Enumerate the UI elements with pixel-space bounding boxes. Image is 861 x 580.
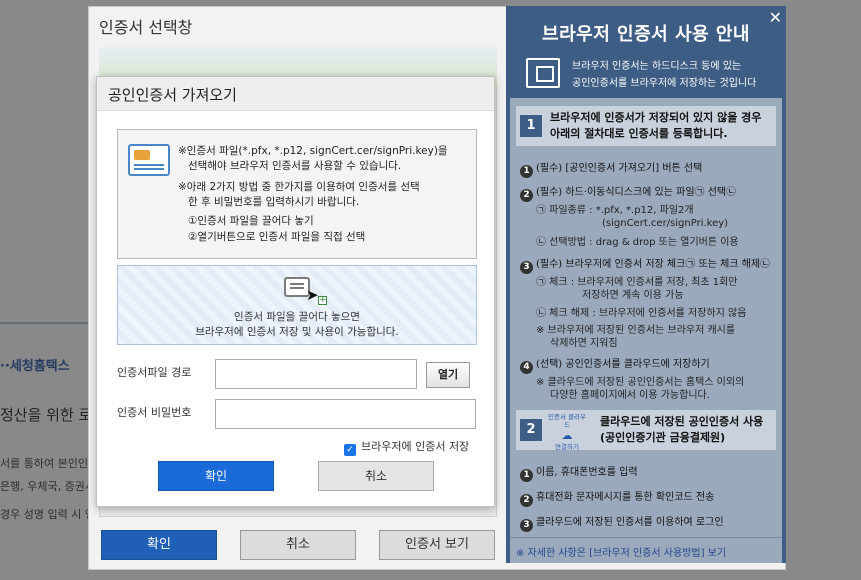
- view-cert-button[interactable]: 인증서 보기: [379, 530, 495, 560]
- plus-icon: +: [318, 295, 327, 305]
- step-detail: 삭제하면 지워짐: [550, 338, 618, 349]
- step-detail: 저장하면 계속 이용 가능: [582, 290, 684, 301]
- instruction-text: ※아래 2가지 방법 중 한가지를 이용하여 인증서를 선택: [178, 181, 420, 193]
- dialog-title: 공인인증서 가져오기: [108, 86, 237, 104]
- confirm-button[interactable]: 확인: [158, 461, 274, 491]
- step-number: 1: [520, 165, 533, 178]
- cert-path-label: 인증서파일 경로: [117, 366, 192, 379]
- file-drop-zone[interactable]: ➤ + 인증서 파일을 끌어다 놓으면 브라우저에 인증서 저장 및 사용이 가…: [117, 265, 477, 345]
- cursor-icon: ➤: [306, 286, 319, 304]
- intro-line: 브라우저 인증서는 하드디스크 등에 있는: [572, 61, 742, 72]
- step-detail: ※ 브라우저에 저장된 인증서는 브라우저 캐시를: [536, 325, 736, 336]
- intro-line: 공인인증서를 브라우저에 저장하는 것입니다: [572, 78, 757, 89]
- step-item: 3 클라우드에 저장된 인증서를 이용하여 로그인: [520, 516, 724, 532]
- browser-cert-guide-panel: ✕ 브라우저 인증서 사용 안내 브라우저 인증서는 하드디스크 등에 있는 공…: [506, 6, 786, 563]
- window-cancel-button[interactable]: 취소: [240, 530, 356, 560]
- save-to-browser-row[interactable]: ✓ 브라우저에 인증서 저장: [344, 438, 469, 456]
- step-number: 2: [520, 189, 533, 202]
- step-item: 3 (필수) 브라우저에 인증서 저장 체크㉠ 또는 체크 해제㉡: [520, 258, 770, 274]
- divider: [510, 537, 782, 538]
- section-line: (공인인증기관 금융결제원): [600, 431, 726, 444]
- computer-icon: [526, 58, 560, 88]
- window-confirm-button[interactable]: 확인: [101, 530, 217, 560]
- save-to-browser-checkbox[interactable]: ✓: [344, 444, 356, 456]
- import-cert-dialog: 공인인증서 가져오기 ※인증서 파일(*.pfx, *.p12, signCer…: [96, 76, 495, 507]
- step-detail: 다양한 홈페이지에서 이용 가능합니다.: [550, 390, 710, 401]
- section-line: 클라우드에 저장된 공인인증서 사용: [600, 415, 764, 428]
- step-number: 2: [520, 494, 533, 507]
- drop-zone-text: 인증서 파일을 끌어다 놓으면: [234, 311, 360, 323]
- section-line: 브라우저에 인증서가 저장되어 있지 않을 경우: [550, 111, 762, 124]
- section-line: 아래의 절차대로 인증서를 등록합니다.: [550, 127, 728, 140]
- instruction-text: ※인증서 파일(*.pfx, *.p12, signCert.cer/signP…: [178, 145, 448, 157]
- step-detail: ㉠ 파일종류 : *.pfx, *.p12, 파일2개: [536, 205, 694, 216]
- cert-path-input[interactable]: [215, 359, 417, 389]
- step-detail: ㉠ 체크 : 브라우저에 인증서를 저장, 최초 1회만: [536, 277, 738, 288]
- window-button-bar: 확인 취소 인증서 보기: [99, 530, 497, 562]
- save-to-browser-label: 브라우저에 인증서 저장: [361, 440, 470, 453]
- cert-password-label: 인증서 비밀번호: [117, 406, 192, 419]
- step-item: 1 (필수) [공인인증서 가져오기] 버튼 선택: [520, 162, 702, 178]
- step-detail: ※ 클라우드에 저장된 공인인증서는 홈택스 이외의: [536, 377, 745, 388]
- guide-detail-link[interactable]: ※ 자세한 사항은 [브라우저 인증서 사용방법] 보기: [516, 544, 726, 559]
- step-item: 2 (필수) 하드·이동식디스크에 있는 파일㉠ 선택㉡: [520, 186, 736, 202]
- section-number: 2: [520, 419, 542, 441]
- instruction-box: ※인증서 파일(*.pfx, *.p12, signCert.cer/signP…: [117, 129, 477, 259]
- instruction-text: ②열기버튼으로 인증서 파일을 직접 선택: [188, 231, 366, 243]
- step-number: 3: [520, 519, 533, 532]
- window-title: 인증서 선택창: [99, 18, 193, 37]
- step-detail: (signCert.cer/signPri.key): [602, 218, 729, 229]
- cert-password-input[interactable]: [215, 399, 476, 429]
- guide-intro: 브라우저 인증서는 하드디스크 등에 있는 공인인증서를 브라우저에 저장하는 …: [526, 58, 776, 92]
- cloud-connect-button[interactable]: 인증서 클라우드 ☁ 연결하기: [546, 413, 588, 451]
- cloud-icon: ☁: [561, 429, 573, 442]
- step-detail: ㉡ 선택방법 : drag & drop 또는 열기버튼 이용: [536, 237, 739, 248]
- step-number: 4: [520, 361, 533, 374]
- step-detail: ㉡ 체크 해제 : 브라우저에 인증서를 저장하지 않음: [536, 308, 747, 319]
- step-item: 4 (선택) 공인인증서를 클라우드에 저장하기: [520, 358, 710, 374]
- step-item: 1 이름, 휴대폰번호를 입력: [520, 466, 638, 482]
- step-item: 2 휴대전화 문자메시지를 통한 확인코드 전송: [520, 491, 714, 507]
- drop-zone-text: 브라우저에 인증서 저장 및 사용이 가능합니다.: [195, 326, 399, 338]
- dialog-title-bar: 공인인증서 가져오기: [97, 77, 494, 111]
- cancel-button[interactable]: 취소: [318, 461, 434, 491]
- section-number: 1: [520, 115, 542, 137]
- section-1-header: 1 브라우저에 인증서가 저장되어 있지 않을 경우 아래의 절차대로 인증서를…: [516, 106, 776, 146]
- certificate-icon: [128, 144, 170, 176]
- section-2-header: 2 인증서 클라우드 ☁ 연결하기 클라우드에 저장된 공인인증서 사용 (공인…: [516, 410, 776, 451]
- guide-title: 브라우저 인증서 사용 안내: [542, 24, 750, 45]
- instruction-text: 한 후 비밀번호를 입력하시기 바랍니다.: [188, 196, 360, 208]
- instruction-text: ①인증서 파일을 끌어다 놓기: [188, 215, 314, 227]
- guide-steps-box: 1 브라우저에 인증서가 저장되어 있지 않을 경우 아래의 절차대로 인증서를…: [510, 98, 782, 563]
- open-file-button[interactable]: 열기: [426, 362, 470, 388]
- step-number: 3: [520, 261, 533, 274]
- step-number: 1: [520, 469, 533, 482]
- instruction-text: 선택해야 브라우저 인증서를 사용할 수 있습니다.: [188, 160, 402, 172]
